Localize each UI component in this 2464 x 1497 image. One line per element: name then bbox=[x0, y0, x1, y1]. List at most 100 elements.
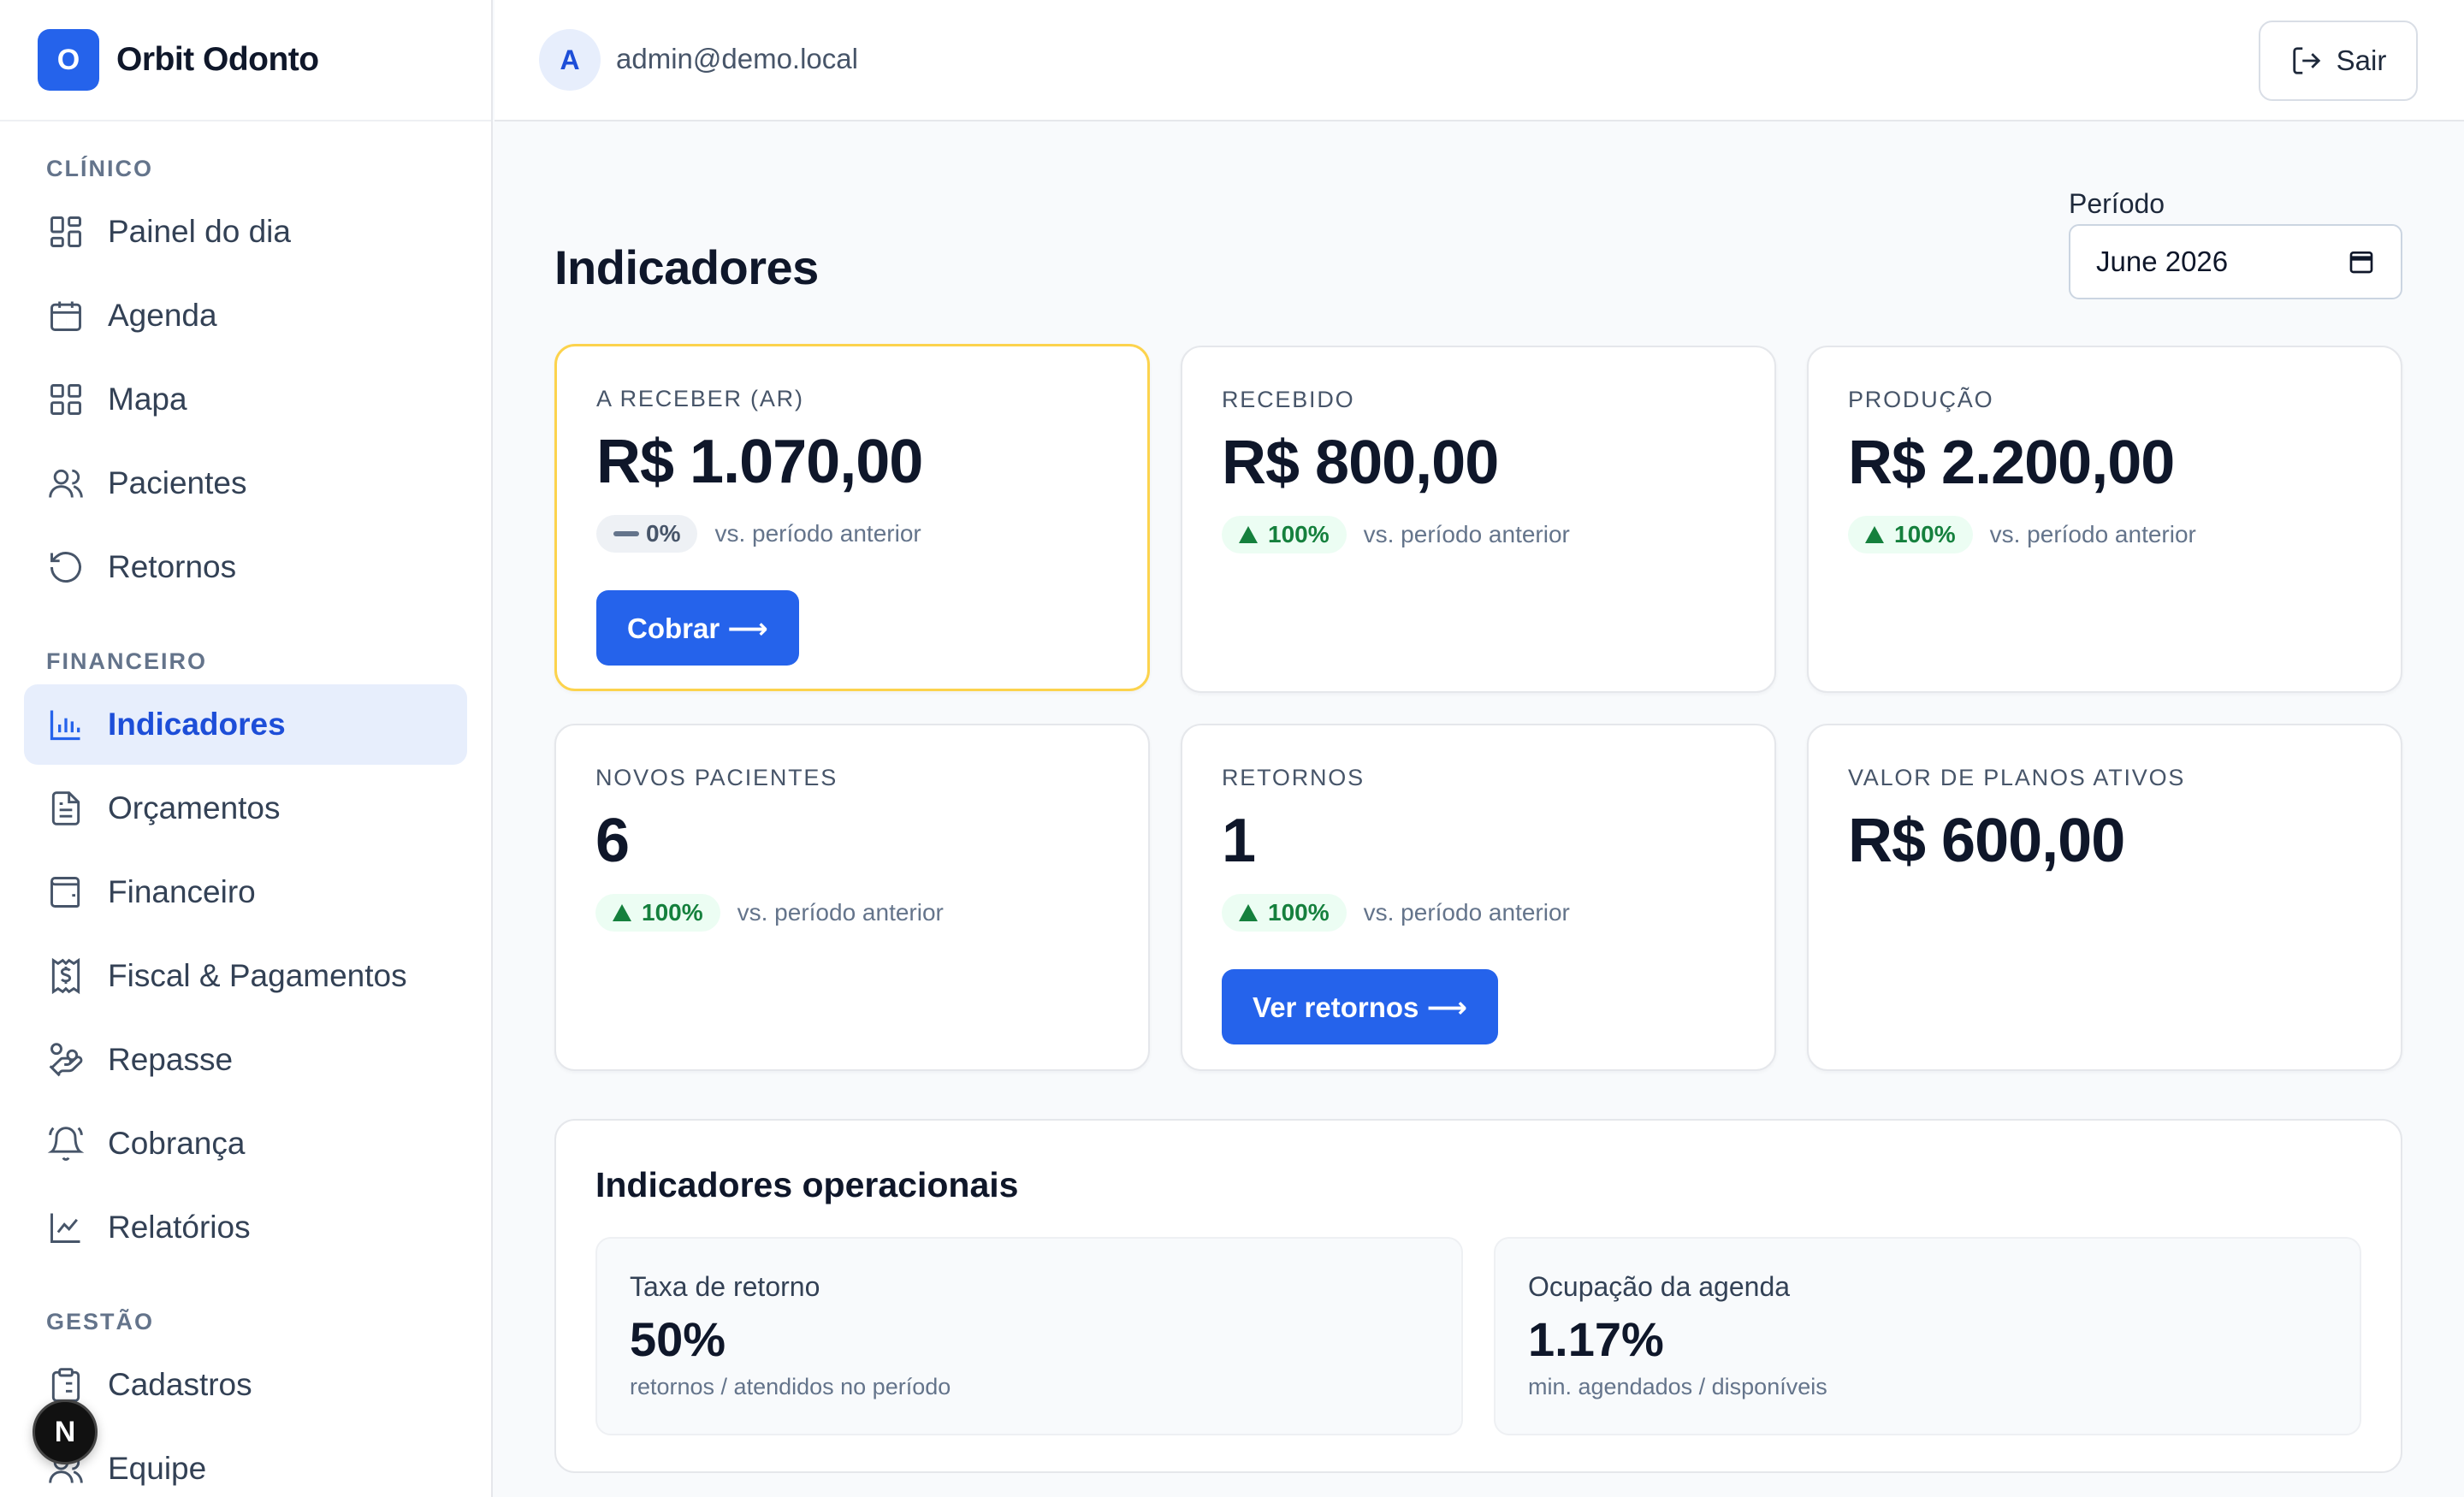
period-label: Período bbox=[2069, 188, 2165, 219]
delta-value: 100% bbox=[1894, 521, 1956, 547]
wallet-icon bbox=[46, 873, 86, 912]
rotate-icon bbox=[46, 547, 86, 587]
operational-indicators-panel: Indicadores operacionais Taxa de retorno… bbox=[554, 1119, 2402, 1473]
sidebar-item-label: Painel do dia bbox=[108, 214, 291, 249]
delta-note: vs. período anterior bbox=[737, 899, 944, 926]
sidebar-item-label: Retornos bbox=[108, 549, 237, 584]
neutral-dash-icon bbox=[613, 531, 639, 536]
cobrar-button[interactable]: Cobrar ⟶ bbox=[596, 590, 799, 666]
avatar[interactable]: A bbox=[539, 29, 601, 91]
delta-badge: 100% bbox=[1222, 516, 1347, 553]
sidebar-item-fiscal-pagamentos[interactable]: Fiscal & Pagamentos bbox=[24, 936, 467, 1016]
metric-label: Taxa de retorno bbox=[630, 1271, 820, 1302]
calendar-icon bbox=[46, 296, 86, 335]
card-a-receber: A RECEBER (AR) R$ 1.070,00 0% vs. períod… bbox=[554, 344, 1150, 691]
card-retornos: RETORNOS 1 100% vs. período anterior Ver… bbox=[1181, 724, 1776, 1071]
sidebar-item-label: Mapa bbox=[108, 382, 187, 417]
card-label: A RECEBER (AR) bbox=[596, 386, 804, 411]
sidebar-item-label: Financeiro bbox=[108, 874, 256, 909]
card-label: RETORNOS bbox=[1222, 765, 1365, 790]
metric-note: retornos / atendidos no período bbox=[630, 1374, 951, 1399]
delta-row: 100% vs. período anterior bbox=[1848, 516, 2361, 553]
sidebar-item-pacientes[interactable]: Pacientes bbox=[24, 443, 467, 524]
trend-up-icon bbox=[613, 904, 631, 921]
delta-row: 0% vs. período anterior bbox=[596, 515, 1108, 553]
card-label: PRODUÇÃO bbox=[1848, 387, 1994, 412]
trend-up-icon bbox=[1865, 526, 1884, 543]
file-text-icon bbox=[46, 789, 86, 828]
sidebar-item-agenda[interactable]: Agenda bbox=[24, 275, 467, 356]
metric-ocupacao-agenda: Ocupação da agenda 1.17% min. agendados … bbox=[1494, 1237, 2361, 1435]
app-logo: O bbox=[38, 29, 99, 91]
delta-badge: 100% bbox=[1848, 516, 1973, 553]
card-valor-planos-ativos: VALOR DE PLANOS ATIVOS R$ 600,00 bbox=[1807, 724, 2402, 1071]
card-label: RECEBIDO bbox=[1222, 387, 1355, 412]
sidebar-item-label: Indicadores bbox=[108, 707, 286, 742]
delta-badge: 100% bbox=[1222, 894, 1347, 932]
logout-label: Sair bbox=[2336, 44, 2387, 76]
card-value: R$ 600,00 bbox=[1848, 807, 2125, 875]
sidebar-item-relatorios[interactable]: Relatórios bbox=[24, 1187, 467, 1268]
card-value: R$ 2.200,00 bbox=[1848, 429, 2175, 497]
sidebar-item-label: Relatórios bbox=[108, 1210, 251, 1245]
trend-up-icon bbox=[1239, 904, 1258, 921]
sidebar-item-label: Repasse bbox=[108, 1042, 234, 1077]
delta-value: 100% bbox=[1268, 899, 1330, 926]
delta-note: vs. período anterior bbox=[1363, 521, 1570, 547]
card-novos-pacientes: NOVOS PACIENTES 6 100% vs. período anter… bbox=[554, 724, 1150, 1071]
card-label: NOVOS PACIENTES bbox=[595, 765, 838, 790]
delta-badge: 0% bbox=[596, 515, 698, 553]
sidebar-item-label: Cobrança bbox=[108, 1126, 246, 1161]
calendar-icon[interactable] bbox=[2348, 248, 2375, 275]
delta-row: 100% vs. período anterior bbox=[595, 894, 1109, 932]
metric-taxa-de-retorno: Taxa de retorno 50% retornos / atendidos… bbox=[595, 1237, 1463, 1435]
sidebar-item-label: Agenda bbox=[108, 298, 217, 333]
sidebar-item-indicadores[interactable]: Indicadores bbox=[24, 684, 467, 765]
sidebar-item-retornos[interactable]: Retornos bbox=[24, 527, 467, 607]
delta-note: vs. período anterior bbox=[1363, 899, 1570, 926]
users-icon bbox=[46, 464, 86, 503]
section-label-gestao: GESTÃO bbox=[46, 1309, 155, 1334]
delta-value: 100% bbox=[1268, 521, 1330, 547]
bell-ring-icon bbox=[46, 1124, 86, 1163]
card-label: VALOR DE PLANOS ATIVOS bbox=[1848, 765, 2186, 790]
sidebar-item-label: Pacientes bbox=[108, 465, 247, 500]
metric-note: min. agendados / disponíveis bbox=[1528, 1374, 1827, 1399]
section-label-financeiro: FINANCEIRO bbox=[46, 648, 207, 674]
brand[interactable]: O Orbit Odonto bbox=[0, 0, 491, 121]
sidebar-item-financeiro[interactable]: Financeiro bbox=[24, 852, 467, 932]
trend-up-icon bbox=[1239, 526, 1258, 543]
delta-value: 0% bbox=[646, 520, 681, 547]
period-month-input[interactable]: June 2026 bbox=[2069, 224, 2402, 299]
sidebar-item-painel-do-dia[interactable]: Painel do dia bbox=[24, 192, 467, 272]
dev-tools-badge[interactable]: N bbox=[33, 1399, 98, 1464]
sidebar-item-label: Fiscal & Pagamentos bbox=[108, 958, 407, 993]
grid-icon bbox=[46, 380, 86, 419]
sidebar-item-label: Cadastros bbox=[108, 1367, 252, 1402]
ver-retornos-button[interactable]: Ver retornos ⟶ bbox=[1222, 969, 1498, 1044]
hand-coins-icon bbox=[46, 1040, 86, 1080]
sidebar-item-cobranca[interactable]: Cobrança bbox=[24, 1104, 467, 1184]
app-name: Orbit Odonto bbox=[116, 41, 319, 78]
top-bar: A admin@demo.local Sair bbox=[495, 0, 2464, 121]
dashboard-icon bbox=[46, 212, 86, 251]
sidebar: O Orbit Odonto CLÍNICO Painel do dia Age… bbox=[0, 0, 493, 1497]
period-value: June 2026 bbox=[2096, 246, 2229, 277]
delta-note: vs. período anterior bbox=[714, 520, 921, 547]
logout-button[interactable]: Sair bbox=[2259, 21, 2418, 101]
sidebar-item-label: Orçamentos bbox=[108, 790, 281, 825]
metric-value: 1.17% bbox=[1528, 1312, 1664, 1366]
section-title: Indicadores operacionais bbox=[595, 1165, 1019, 1204]
sidebar-item-repasse[interactable]: Repasse bbox=[24, 1020, 467, 1100]
delta-row: 100% vs. período anterior bbox=[1222, 894, 1735, 932]
line-chart-icon bbox=[46, 1208, 86, 1247]
sidebar-item-mapa[interactable]: Mapa bbox=[24, 359, 467, 440]
card-value: R$ 800,00 bbox=[1222, 429, 1499, 497]
logout-icon bbox=[2292, 47, 2320, 74]
bar-chart-icon bbox=[46, 705, 86, 744]
metric-label: Ocupação da agenda bbox=[1528, 1271, 1791, 1302]
card-producao: PRODUÇÃO R$ 2.200,00 100% vs. período an… bbox=[1807, 346, 2402, 693]
sidebar-item-orcamentos[interactable]: Orçamentos bbox=[24, 768, 467, 849]
delta-note: vs. período anterior bbox=[1989, 521, 2196, 547]
metric-value: 50% bbox=[630, 1312, 726, 1366]
